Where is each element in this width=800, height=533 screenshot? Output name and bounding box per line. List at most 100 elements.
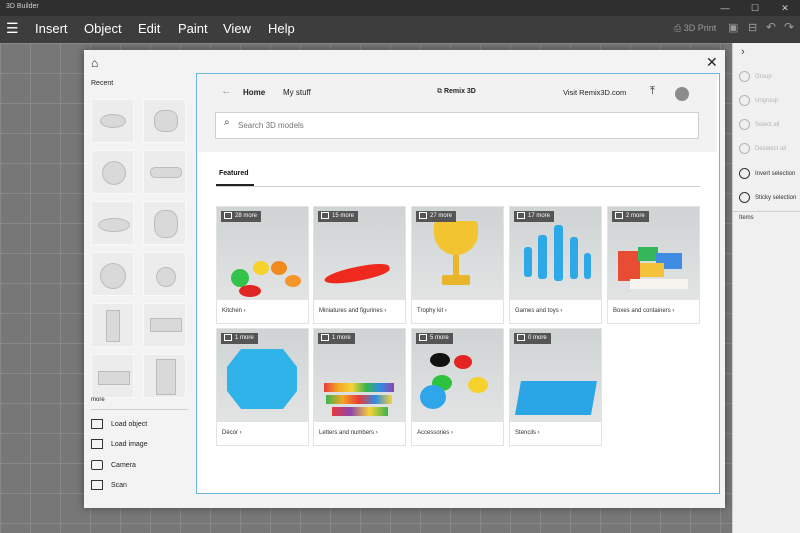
search-input[interactable] <box>238 118 678 132</box>
maximize-button[interactable]: ☐ <box>740 0 770 16</box>
deselect-all-icon <box>739 143 750 154</box>
print-3d-button[interactable]: ⎙ 3D Print <box>674 23 716 34</box>
nav-my-stuff[interactable]: My stuff <box>283 88 311 97</box>
load-image-button[interactable]: Load image <box>91 439 148 449</box>
more-count-badge: 0 more <box>514 333 551 344</box>
close-icon[interactable]: ✕ <box>706 54 718 71</box>
recent-thumbnail[interactable] <box>143 303 186 347</box>
sticky-selection-label: Sticky selection <box>755 195 797 202</box>
camera-icon <box>91 460 103 470</box>
category-card-accessories[interactable]: 5 more Accessories › <box>411 328 504 446</box>
card-label: Boxes and containers › <box>613 308 675 314</box>
more-link[interactable]: more <box>91 397 105 403</box>
recent-thumbnail[interactable] <box>91 303 134 347</box>
card-label-text: Letters and numbers <box>319 430 375 436</box>
recent-thumbnail[interactable] <box>91 99 134 143</box>
group-label: Group <box>755 74 772 81</box>
sidebar-divider <box>91 409 188 410</box>
camera-button[interactable]: Camera <box>91 460 136 470</box>
recent-thumbnail[interactable] <box>143 252 186 296</box>
recent-thumbnail[interactable] <box>143 354 186 398</box>
badge-text: 1 more <box>235 335 254 341</box>
card-label-text: Boxes and containers <box>613 308 671 314</box>
chevron-right-icon[interactable]: › <box>741 46 745 58</box>
category-card-trophy[interactable]: 27 more Trophy kit › <box>411 206 504 324</box>
recent-thumbnail[interactable] <box>91 354 134 398</box>
more-count-badge: 17 more <box>514 211 555 222</box>
minimize-button[interactable]: — <box>710 0 740 16</box>
card-label: Accessories › <box>417 430 454 436</box>
menu-help[interactable]: Help <box>268 21 295 36</box>
remix-brand: ⧉ Remix 3D <box>437 88 476 96</box>
card-label: Décor › <box>222 430 242 436</box>
window-title: 3D Builder <box>6 3 39 10</box>
menu-edit[interactable]: Edit <box>138 21 160 36</box>
title-bar: 3D Builder — ☐ ✕ <box>0 0 800 16</box>
recent-thumbnail[interactable] <box>143 201 186 245</box>
visit-remix-link[interactable]: Visit Remix3D.com <box>563 88 626 97</box>
badge-text: 15 more <box>332 213 355 219</box>
sticky-selection-icon <box>739 192 750 203</box>
category-card-miniatures[interactable]: 15 more Miniatures and figurines › <box>313 206 406 324</box>
badge-text: 5 more <box>430 335 449 341</box>
category-card-games[interactable]: 17 more Games and toys › <box>509 206 602 324</box>
ungroup-button[interactable]: Ungroup <box>739 95 778 106</box>
deselect-all-button[interactable]: Deselect all <box>739 143 786 154</box>
menu-view[interactable]: View <box>223 21 251 36</box>
back-arrow-icon[interactable]: ← <box>221 85 232 97</box>
category-card-boxes[interactable]: 2 more Boxes and containers › <box>607 206 700 324</box>
tab-featured[interactable]: Featured <box>219 170 249 177</box>
recent-thumbnail[interactable] <box>91 201 134 245</box>
badge-text: 28 more <box>235 213 258 219</box>
recent-thumbnail[interactable] <box>91 252 134 296</box>
card-label-text: Accessories <box>417 430 450 436</box>
upload-icon[interactable]: ⤒ <box>650 85 655 98</box>
undo-icon[interactable]: ↶ <box>766 20 776 34</box>
card-label-text: Stencils <box>515 430 537 436</box>
select-all-label: Select all <box>755 122 780 129</box>
card-label: Letters and numbers › <box>319 430 378 436</box>
stack-icon <box>321 211 329 219</box>
sticky-selection-button[interactable]: Sticky selection <box>739 192 796 203</box>
card-label: Miniatures and figurines › <box>319 308 387 314</box>
load-object-icon <box>91 419 103 429</box>
home-icon[interactable]: ⌂ <box>91 56 98 70</box>
category-card-stencils[interactable]: 0 more Stencils › <box>509 328 602 446</box>
recent-thumbnail[interactable] <box>91 150 134 194</box>
close-window-button[interactable]: ✕ <box>770 0 800 16</box>
redo-icon[interactable]: ↷ <box>784 20 794 34</box>
category-card-kitchen[interactable]: 28 more Kitchen › <box>216 206 309 324</box>
avatar[interactable] <box>675 87 689 101</box>
items-header: Items <box>739 215 754 221</box>
load-object-button[interactable]: Load object <box>91 419 147 429</box>
card-label-text: Kitchen <box>222 308 243 314</box>
stack-icon <box>615 211 623 219</box>
recent-thumbnail[interactable] <box>143 150 186 194</box>
stack-icon <box>224 333 232 341</box>
remix-3d-logo-icon: ⧉ <box>437 88 444 95</box>
stack-icon <box>419 211 427 219</box>
scan-button[interactable]: Scan <box>91 480 127 490</box>
recent-thumbnail[interactable] <box>143 99 186 143</box>
save-icon[interactable]: ▣ <box>728 21 738 34</box>
select-all-button[interactable]: Select all <box>739 119 779 130</box>
card-label-text: Miniatures and figurines <box>319 308 383 314</box>
card-label-text: Décor <box>222 430 239 436</box>
card-label-text: Trophy kit <box>417 308 444 314</box>
more-icon[interactable]: ⊟ <box>748 21 757 34</box>
invert-selection-button[interactable]: Invert selection <box>739 168 795 179</box>
printer-icon: ⎙ <box>674 23 684 33</box>
category-card-letters[interactable]: 1 more Letters and numbers › <box>313 328 406 446</box>
hamburger-menu-icon[interactable]: ☰ <box>6 20 19 37</box>
more-count-badge: 15 more <box>318 211 359 222</box>
scan-icon <box>91 480 103 490</box>
stack-icon <box>517 333 525 341</box>
remix-brand-label: Remix 3D <box>443 88 476 95</box>
menu-paint[interactable]: Paint <box>178 21 208 36</box>
invert-selection-icon <box>739 168 750 179</box>
category-card-decor[interactable]: 1 more Décor › <box>216 328 309 446</box>
menu-insert[interactable]: Insert <box>35 21 68 36</box>
nav-home[interactable]: Home <box>243 88 265 97</box>
group-button[interactable]: Group <box>739 71 772 82</box>
menu-object[interactable]: Object <box>84 21 122 36</box>
